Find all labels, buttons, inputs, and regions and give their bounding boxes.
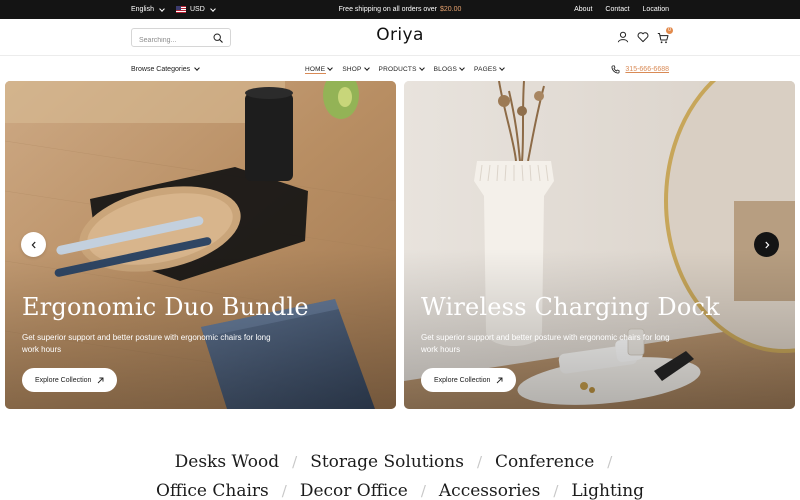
browse-categories-label: Browse Categories (131, 65, 191, 73)
chevron-right-icon (764, 241, 769, 248)
site-header: Oriya 0 (0, 19, 800, 56)
hero-description: Get superior support and better posture … (22, 333, 271, 354)
top-bar-links: About Contact Location (574, 0, 669, 19)
hero-title: Wireless Charging Dock (421, 293, 720, 321)
cart-button[interactable]: 0 (657, 27, 673, 44)
nav-item-blogs[interactable]: BLOGS (433, 57, 465, 81)
about-link[interactable]: About (574, 6, 592, 13)
category-separator: / (281, 482, 287, 500)
phone-contact: 315-666-6688 (611, 57, 669, 81)
heart-icon[interactable] (637, 31, 649, 43)
category-row: Office Chairs / Decor Office / Accessori… (0, 481, 800, 500)
category-desks-wood[interactable]: Desks Wood (175, 452, 280, 472)
category-decor-office[interactable]: Decor Office (300, 481, 408, 500)
site-logo[interactable]: Oriya (0, 25, 800, 45)
nav-item-label: HOME (305, 65, 326, 73)
nav-menu: HOME SHOP PRODUCTS BLOGS PAGES (305, 57, 505, 81)
us-flag-icon (175, 6, 186, 13)
category-separator: / (553, 482, 559, 500)
category-accessories[interactable]: Accessories (439, 481, 540, 500)
nav-item-shop[interactable]: SHOP (342, 57, 370, 81)
chevron-down-icon (363, 65, 370, 71)
slider-next-button[interactable] (754, 232, 779, 257)
explore-collection-button[interactable]: Explore Collection (421, 368, 517, 392)
chevron-down-icon (418, 65, 425, 71)
chevron-down-icon (159, 5, 165, 12)
chevron-down-icon (194, 65, 200, 71)
arrow-up-right-icon (497, 377, 503, 383)
slider-prev-button[interactable] (21, 232, 46, 257)
language-selector[interactable]: English (131, 5, 165, 13)
promo-banner: Free shipping on all orders over $20.00 (0, 0, 800, 19)
nav-item-label: PAGES (474, 65, 497, 73)
category-lighting[interactable]: Lighting (571, 481, 644, 500)
browse-categories-dropdown[interactable]: Browse Categories (131, 57, 200, 81)
phone-number-link[interactable]: 315-666-6688 (625, 66, 669, 73)
category-separator: / (420, 482, 426, 500)
category-office-chairs[interactable]: Office Chairs (156, 481, 269, 500)
header-actions: 0 (617, 27, 673, 44)
nav-item-label: SHOP (342, 65, 362, 73)
hero-title: Ergonomic Duo Bundle (22, 293, 309, 321)
language-label: English (131, 6, 154, 13)
chevron-down-icon (209, 5, 216, 12)
category-separator: / (476, 453, 483, 471)
nav-item-pages[interactable]: PAGES (474, 57, 505, 81)
category-separator: / (292, 453, 298, 471)
category-storage-solutions[interactable]: Storage Solutions (310, 452, 464, 472)
nav-item-products[interactable]: PRODUCTS (378, 57, 425, 81)
user-icon[interactable] (617, 31, 629, 43)
explore-collection-label: Explore Collection (35, 376, 92, 384)
cart-icon (657, 33, 669, 44)
promo-amount: $20.00 (440, 6, 462, 13)
chevron-down-icon (459, 65, 465, 71)
chevron-down-icon (327, 65, 334, 71)
top-bar-selectors: English USD (131, 0, 216, 19)
hero-description: Get superior support and better posture … (421, 333, 670, 354)
nav-item-home[interactable]: HOME (305, 57, 334, 81)
explore-collection-button[interactable]: Explore Collection (22, 368, 118, 392)
category-separator: / (607, 453, 613, 471)
category-row: Desks Wood / Storage Solutions / Confere… (0, 452, 800, 472)
top-bar: English USD Free shipping on all orders … (0, 0, 800, 19)
cart-count-badge: 0 (666, 27, 673, 34)
hero-slide-ergonomic-duo-bundle: Ergonomic Duo Bundle Get superior suppor… (5, 81, 396, 409)
currency-selector[interactable]: USD (175, 5, 216, 13)
chevron-left-icon (31, 241, 36, 248)
currency-label: USD (189, 6, 205, 13)
nav-item-label: PRODUCTS (378, 65, 417, 73)
category-conference[interactable]: Conference (495, 452, 594, 472)
nav-item-label: BLOGS (433, 65, 458, 73)
explore-collection-label: Explore Collection (434, 376, 491, 384)
arrow-up-right-icon (98, 377, 104, 383)
phone-icon (611, 64, 620, 74)
contact-link[interactable]: Contact (605, 6, 629, 13)
location-link[interactable]: Location (643, 6, 669, 13)
promo-text: Free shipping on all orders over (338, 6, 438, 13)
hero-slide-wireless-charging-dock: Wireless Charging Dock Get superior supp… (404, 81, 795, 409)
main-nav: Browse Categories HOME SHOP PRODUCTS BLO… (0, 57, 800, 81)
chevron-down-icon (499, 65, 505, 71)
